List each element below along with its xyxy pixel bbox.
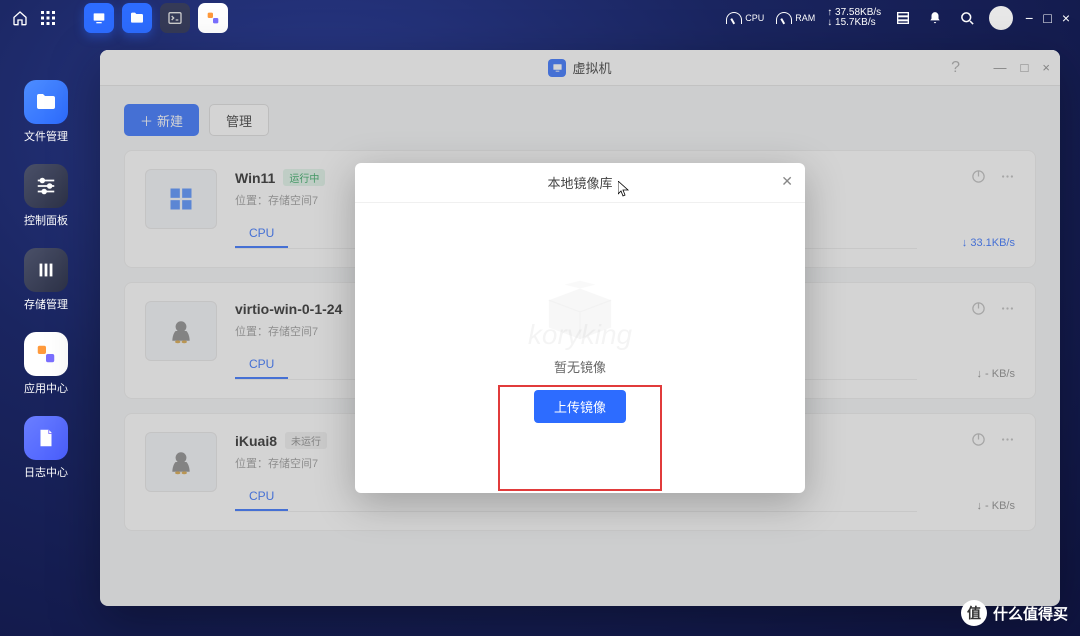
dock-item-logs[interactable]: 日志中心 bbox=[24, 416, 68, 480]
folder-icon bbox=[24, 80, 68, 124]
ram-meter[interactable]: RAM bbox=[776, 12, 815, 24]
modal-close-icon[interactable]: ✕ bbox=[781, 173, 793, 190]
log-icon bbox=[24, 416, 68, 460]
taskbar-app-vm[interactable] bbox=[84, 3, 114, 33]
cursor-icon bbox=[618, 181, 630, 197]
settings-icon[interactable] bbox=[893, 8, 913, 28]
search-icon[interactable] bbox=[957, 8, 977, 28]
close-icon[interactable]: × bbox=[1062, 10, 1070, 26]
bell-icon[interactable] bbox=[925, 8, 945, 28]
dock-item-storage[interactable]: 存储管理 bbox=[24, 248, 68, 312]
taskbar-app-files[interactable] bbox=[122, 3, 152, 33]
site-mark-text: 什么值得买 bbox=[993, 603, 1068, 624]
system-topbar: CPU RAM ↑ 37.58KB/s ↓ 15.7KB/s − □ × bbox=[0, 0, 1080, 36]
dock-item-app-center[interactable]: 应用中心 bbox=[24, 332, 68, 396]
image-library-modal: 本地镜像库 ✕ koryking 暂无镜像 上传镜像 bbox=[355, 163, 805, 493]
site-mark-icon: 值 bbox=[961, 600, 987, 626]
storage-icon bbox=[24, 248, 68, 292]
site-watermark: 值 什么值得买 bbox=[961, 600, 1068, 626]
cpu-meter[interactable]: CPU bbox=[726, 12, 764, 24]
minimize-icon[interactable]: − bbox=[1025, 10, 1033, 26]
dock-label: 日志中心 bbox=[24, 464, 68, 480]
modal-backdrop[interactable]: 本地镜像库 ✕ koryking 暂无镜像 上传镜像 bbox=[100, 50, 1060, 606]
apps-grid-icon[interactable] bbox=[38, 8, 58, 28]
dock-item-files[interactable]: 文件管理 bbox=[24, 80, 68, 144]
empty-box-icon bbox=[540, 273, 620, 343]
maximize-icon[interactable]: □ bbox=[1043, 10, 1051, 26]
sliders-icon bbox=[24, 164, 68, 208]
app-center-icon bbox=[24, 332, 68, 376]
system-window-controls: − □ × bbox=[1025, 10, 1070, 26]
modal-header: 本地镜像库 ✕ bbox=[355, 163, 805, 203]
modal-title: 本地镜像库 bbox=[547, 173, 612, 192]
dock-label: 文件管理 bbox=[24, 128, 68, 144]
empty-state-text: 暂无镜像 bbox=[554, 357, 606, 376]
home-icon[interactable] bbox=[10, 8, 30, 28]
taskbar-app-store[interactable] bbox=[198, 3, 228, 33]
network-speed: ↑ 37.58KB/s ↓ 15.7KB/s bbox=[827, 8, 881, 28]
taskbar-app-terminal[interactable] bbox=[160, 3, 190, 33]
vm-window: 虚拟机 ? — □ × ＋ 新建 管理 Win11运行中位置：存储空间7CPU↓… bbox=[100, 50, 1060, 606]
dock-label: 应用中心 bbox=[24, 380, 68, 396]
dock-label: 控制面板 bbox=[24, 212, 68, 228]
modal-body: koryking 暂无镜像 上传镜像 bbox=[355, 203, 805, 493]
upload-image-button[interactable]: 上传镜像 bbox=[534, 390, 626, 423]
dock-label: 存储管理 bbox=[24, 296, 68, 312]
user-avatar[interactable] bbox=[989, 6, 1013, 30]
left-dock: 文件管理 控制面板 存储管理 应用中心 日志中心 bbox=[24, 80, 68, 480]
dock-item-control-panel[interactable]: 控制面板 bbox=[24, 164, 68, 228]
